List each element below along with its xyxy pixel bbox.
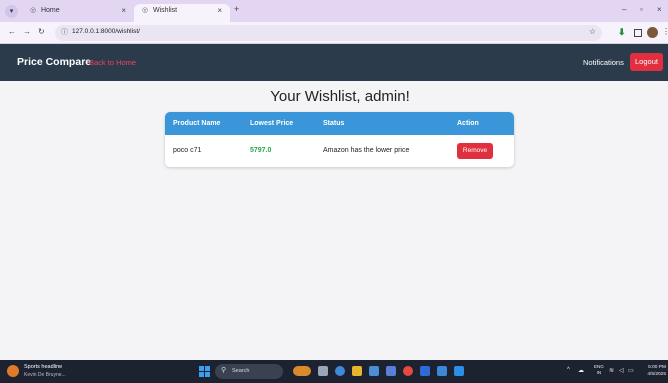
- file-explorer-icon[interactable]: [352, 366, 362, 376]
- task-view-icon[interactable]: [318, 366, 328, 376]
- address-bar-row: ← → ↻ ⓘ 127.0.0.1:8000/wishlist/ ☆ ⬇ ⋮: [0, 22, 668, 44]
- site-info-icon[interactable]: ⓘ: [61, 27, 68, 37]
- extensions-icon[interactable]: [634, 29, 642, 37]
- news-widget-title[interactable]: Sports headline: [24, 364, 62, 370]
- maximize-icon[interactable]: ▫: [640, 5, 643, 14]
- minimize-icon[interactable]: –: [622, 5, 626, 14]
- generic-app-icon[interactable]: [420, 366, 430, 376]
- forward-arrow-icon[interactable]: →: [23, 27, 31, 36]
- tab-wishlist[interactable]: ◎ Wishlist ×: [134, 4, 230, 22]
- tab-search-icon[interactable]: ▾: [5, 5, 18, 18]
- clock-time: 5:00 PM: [648, 365, 666, 370]
- chrome-browser-icon[interactable]: [403, 366, 413, 376]
- logout-button[interactable]: Logout: [630, 53, 663, 71]
- url-text[interactable]: 127.0.0.1:8000/wishlist/: [72, 28, 140, 35]
- header-product-name: Product Name: [173, 120, 221, 127]
- wishlist-table: Product Name Lowest Price Status Action …: [165, 112, 514, 167]
- back-to-home-link[interactable]: Back to Home: [89, 58, 136, 67]
- cell-status: Amazon has the lower price: [323, 147, 410, 154]
- new-tab-button[interactable]: +: [234, 4, 239, 14]
- app-navbar: Price Compare Back to Home Notifications…: [0, 44, 668, 81]
- cell-lowest-price: 5797.0: [250, 147, 272, 154]
- back-arrow-icon[interactable]: ←: [8, 27, 16, 36]
- close-window-icon[interactable]: ×: [657, 5, 662, 14]
- os-taskbar: Sports headline Kevin De Bruyne... ⚲ Sea…: [0, 360, 668, 383]
- widgets-app-icon[interactable]: [293, 366, 311, 376]
- browser-menu-icon[interactable]: ⋮: [662, 27, 668, 36]
- download-icon[interactable]: ⬇: [618, 27, 626, 38]
- header-action: Action: [457, 120, 479, 127]
- tab-close-icon[interactable]: ×: [121, 4, 126, 18]
- keyboard-region: IN: [596, 370, 602, 375]
- page-title: Your Wishlist, admin!: [270, 88, 410, 105]
- url-bar[interactable]: ⓘ 127.0.0.1:8000/wishlist/ ☆: [55, 25, 602, 41]
- cell-product-name: poco c71: [173, 147, 202, 154]
- reload-icon[interactable]: ↻: [38, 27, 45, 36]
- clock-date: 4/5/2025: [647, 372, 666, 377]
- search-icon: ⚲: [221, 367, 227, 374]
- volume-icon[interactable]: ◁: [619, 367, 624, 374]
- bookmark-star-icon[interactable]: ☆: [589, 27, 596, 36]
- profile-avatar[interactable]: [647, 27, 658, 38]
- news-widget-subtitle[interactable]: Kevin De Bruyne...: [24, 372, 66, 378]
- windows-start-icon[interactable]: [199, 366, 210, 377]
- table-header: Product Name Lowest Price Status Action: [165, 112, 514, 135]
- teams-app-icon[interactable]: [437, 366, 447, 376]
- tab-wishlist-label: Wishlist: [152, 7, 178, 14]
- tab-home[interactable]: ◎ Home ×: [22, 4, 134, 22]
- language-indicator[interactable]: ENG IN: [594, 364, 604, 376]
- remove-button[interactable]: Remove: [457, 143, 493, 159]
- brand-title[interactable]: Price Compare: [17, 56, 91, 68]
- browser-tab-strip: ▾ ◎ Home × ◎ Wishlist × + – ▫ ×: [0, 0, 668, 22]
- taskbar-search[interactable]: ⚲ Search: [215, 364, 283, 379]
- news-widget-icon[interactable]: [7, 365, 19, 377]
- tray-weather-icon[interactable]: ☁: [578, 367, 584, 374]
- tray-chevron-icon[interactable]: ^: [567, 367, 570, 373]
- header-status: Status: [323, 120, 345, 127]
- tab-home-label: Home: [40, 7, 60, 14]
- globe-icon: ◎: [30, 7, 37, 14]
- edge-browser-icon[interactable]: [335, 366, 345, 376]
- tab-close-icon[interactable]: ×: [217, 4, 222, 18]
- globe-icon: ◎: [142, 7, 149, 14]
- wifi-icon[interactable]: ≋: [609, 367, 614, 374]
- system-clock[interactable]: 5:00 PM 4/5/2025: [640, 364, 666, 378]
- header-lowest-price: Lowest Price: [250, 120, 294, 127]
- taskbar-search-label: Search: [232, 368, 250, 374]
- notifications-link[interactable]: Notifications: [583, 58, 624, 67]
- battery-icon[interactable]: ▭: [628, 367, 634, 374]
- photos-app-icon[interactable]: [386, 366, 396, 376]
- vscode-icon[interactable]: [454, 366, 464, 376]
- store-app-icon[interactable]: [369, 366, 379, 376]
